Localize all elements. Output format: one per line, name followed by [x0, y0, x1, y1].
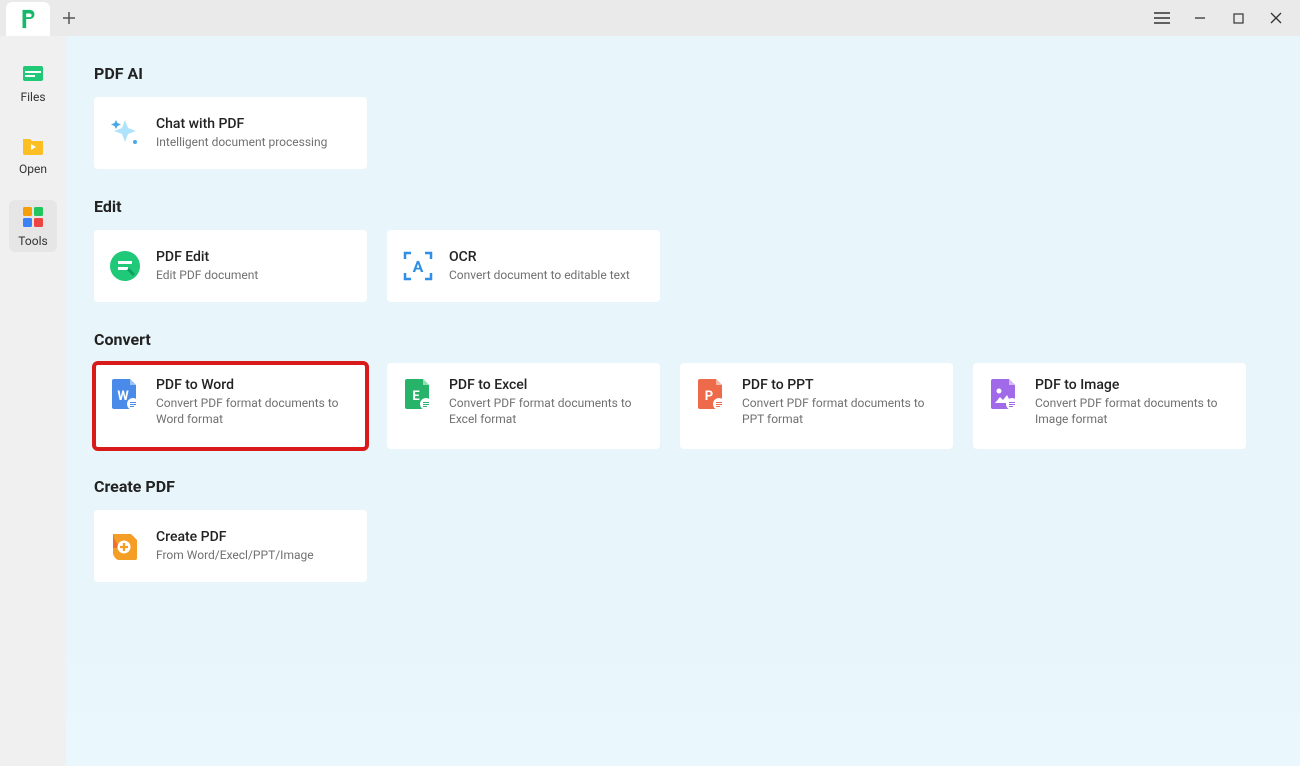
card-title: Chat with PDF: [156, 116, 327, 132]
section-title: Create PDF: [94, 477, 1272, 496]
card-create-pdf[interactable]: Create PDF From Word/Execl/PPT/Image: [94, 510, 367, 582]
svg-text:E: E: [412, 389, 420, 404]
card-text: PDF to Excel Convert PDF format document…: [449, 377, 646, 427]
close-icon: [1270, 12, 1282, 24]
app-logo-icon: [17, 8, 39, 30]
open-folder-icon: [20, 132, 46, 158]
close-button[interactable]: [1258, 3, 1294, 33]
card-pdf-to-excel[interactable]: E PDF to Excel Convert PDF format docume…: [387, 363, 660, 449]
card-text: PDF to PPT Convert PDF format documents …: [742, 377, 939, 427]
ai-sparkle-icon: [108, 116, 142, 150]
section-title: Edit: [94, 197, 1272, 216]
sidebar-item-tools[interactable]: Tools: [9, 200, 57, 252]
image-doc-icon: [987, 377, 1021, 411]
plus-icon: [62, 11, 76, 25]
card-pdf-to-ppt[interactable]: P PDF to PPT Convert PDF format document…: [680, 363, 953, 449]
card-desc: Convert document to editable text: [449, 267, 630, 283]
card-pdf-edit[interactable]: PDF Edit Edit PDF document: [94, 230, 367, 302]
svg-text:A: A: [413, 257, 424, 276]
card-title: PDF to Word: [156, 377, 353, 393]
minimize-button[interactable]: [1182, 3, 1218, 33]
card-title: OCR: [449, 249, 630, 265]
card-title: PDF Edit: [156, 249, 258, 265]
card-text: Create PDF From Word/Execl/PPT/Image: [156, 529, 314, 563]
files-icon: [20, 60, 46, 86]
card-text: PDF Edit Edit PDF document: [156, 249, 258, 283]
section-convert: Convert W PDF to Word Convert PDF format…: [94, 330, 1272, 449]
menu-icon: [1154, 12, 1170, 24]
titlebar-left: [6, 0, 84, 36]
sidebar-item-label: Open: [19, 162, 47, 176]
window-controls: [1144, 3, 1294, 33]
pdf-edit-icon: [108, 249, 142, 283]
sidebar-item-label: Files: [20, 90, 45, 104]
hamburger-menu-button[interactable]: [1144, 3, 1180, 33]
new-tab-button[interactable]: [54, 3, 84, 33]
card-desc: Convert PDF format documents to Word for…: [156, 395, 353, 427]
tools-grid-icon: [20, 204, 46, 230]
card-text: OCR Convert document to editable text: [449, 249, 630, 283]
ocr-icon: A: [401, 249, 435, 283]
excel-doc-icon: E: [401, 377, 435, 411]
section-edit: Edit PDF Edit Edit PDF document A: [94, 197, 1272, 302]
sidebar: Files Open Tools: [0, 36, 66, 766]
card-text: PDF to Word Convert PDF format documents…: [156, 377, 353, 427]
title-bar: [0, 0, 1300, 36]
section-pdf-ai: PDF AI Chat with PDF Intelligent documen…: [94, 64, 1272, 169]
main-area: Files Open Tools PDF AI: [0, 36, 1300, 766]
sidebar-item-label: Tools: [18, 234, 47, 248]
section-create-pdf: Create PDF Create PDF From Word/Execl/PP…: [94, 477, 1272, 582]
card-chat-with-pdf[interactable]: Chat with PDF Intelligent document proce…: [94, 97, 367, 169]
card-desc: Edit PDF document: [156, 267, 258, 283]
card-title: PDF to PPT: [742, 377, 939, 393]
create-pdf-icon: [108, 529, 142, 563]
card-row: PDF Edit Edit PDF document A OCR Convert…: [94, 230, 1272, 302]
card-row: Create PDF From Word/Execl/PPT/Image: [94, 510, 1272, 582]
card-pdf-to-image[interactable]: PDF to Image Convert PDF format document…: [973, 363, 1246, 449]
card-desc: From Word/Execl/PPT/Image: [156, 547, 314, 563]
svg-text:P: P: [705, 389, 713, 404]
card-text: Chat with PDF Intelligent document proce…: [156, 116, 327, 150]
ppt-doc-icon: P: [694, 377, 728, 411]
card-title: PDF to Excel: [449, 377, 646, 393]
app-tab[interactable]: [6, 2, 50, 36]
sidebar-item-files[interactable]: Files: [9, 56, 57, 108]
card-desc: Intelligent document processing: [156, 134, 327, 150]
card-row: Chat with PDF Intelligent document proce…: [94, 97, 1272, 169]
content-panel: PDF AI Chat with PDF Intelligent documen…: [66, 36, 1300, 766]
section-title: Convert: [94, 330, 1272, 349]
section-title: PDF AI: [94, 64, 1272, 83]
minimize-icon: [1194, 12, 1206, 24]
card-pdf-to-word[interactable]: W PDF to Word Convert PDF format documen…: [94, 363, 367, 449]
sidebar-item-open[interactable]: Open: [9, 128, 57, 180]
card-text: PDF to Image Convert PDF format document…: [1035, 377, 1232, 427]
card-ocr[interactable]: A OCR Convert document to editable text: [387, 230, 660, 302]
maximize-button[interactable]: [1220, 3, 1256, 33]
word-doc-icon: W: [108, 377, 142, 411]
card-desc: Convert PDF format documents to Excel fo…: [449, 395, 646, 427]
card-title: PDF to Image: [1035, 377, 1232, 393]
card-desc: Convert PDF format documents to PPT form…: [742, 395, 939, 427]
card-row: W PDF to Word Convert PDF format documen…: [94, 363, 1272, 449]
maximize-icon: [1233, 13, 1244, 24]
card-title: Create PDF: [156, 529, 314, 545]
card-desc: Convert PDF format documents to Image fo…: [1035, 395, 1232, 427]
